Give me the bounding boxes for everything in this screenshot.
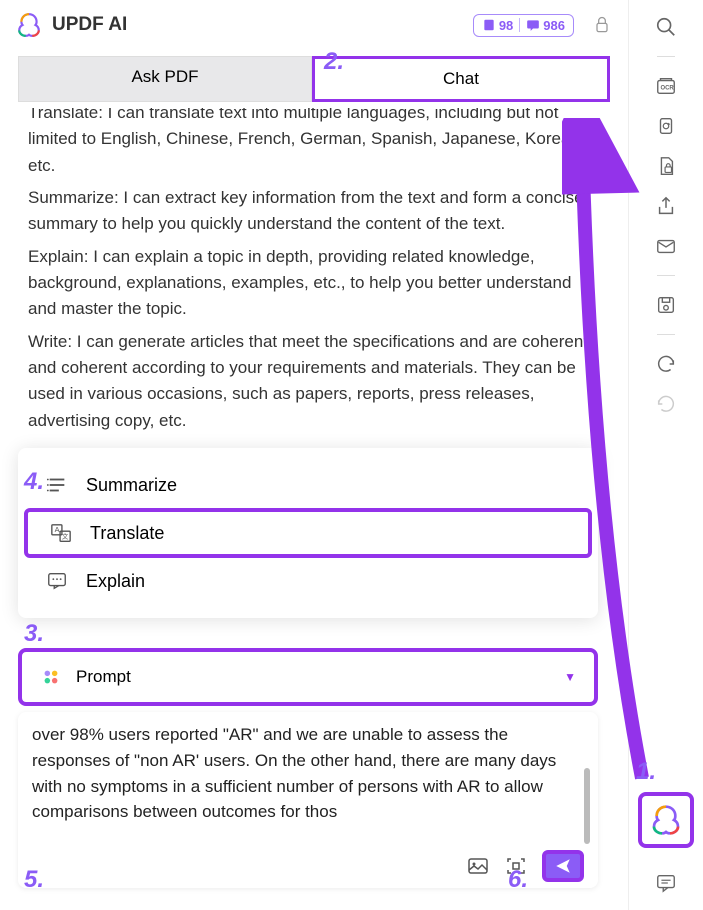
content-translate: Translate: I can translate text into mul… bbox=[28, 108, 600, 179]
tab-chat[interactable]: Chat bbox=[312, 56, 610, 102]
updf-logo-icon bbox=[16, 12, 42, 38]
share-icon[interactable] bbox=[653, 193, 679, 219]
mode-tabs: Ask PDF Chat bbox=[18, 56, 610, 102]
explain-icon bbox=[46, 570, 68, 592]
header: UPDF AI 98 986 bbox=[0, 0, 628, 46]
tab-ask-pdf[interactable]: Ask PDF bbox=[18, 56, 312, 102]
chat-icon bbox=[526, 18, 540, 32]
badge-messages: 986 bbox=[526, 18, 565, 33]
prompt-menu: Summarize A文 Translate Explain bbox=[18, 448, 598, 618]
lock-icon[interactable] bbox=[592, 15, 612, 35]
menu-translate[interactable]: A文 Translate bbox=[24, 508, 592, 558]
comment-icon[interactable] bbox=[653, 870, 679, 896]
input-actions bbox=[32, 846, 584, 882]
input-area: over 98% users reported "AR" and we are … bbox=[18, 712, 598, 888]
app-title: UPDF AI bbox=[52, 14, 463, 36]
content-explain: Explain: I can explain a topic in depth,… bbox=[28, 244, 600, 323]
mail-icon[interactable] bbox=[653, 233, 679, 259]
menu-explain[interactable]: Explain bbox=[18, 558, 598, 604]
content-write: Write: I can generate articles that meet… bbox=[28, 329, 600, 434]
credit-badges[interactable]: 98 986 bbox=[473, 14, 574, 37]
send-icon bbox=[554, 857, 572, 875]
scrollbar[interactable] bbox=[584, 768, 590, 844]
undo-icon[interactable] bbox=[653, 351, 679, 377]
page-icon bbox=[482, 18, 496, 32]
menu-summarize[interactable]: Summarize bbox=[18, 462, 598, 508]
updf-ai-button[interactable] bbox=[638, 792, 694, 848]
page-lock-icon[interactable] bbox=[653, 153, 679, 179]
chevron-down-icon: ▼ bbox=[564, 670, 576, 684]
ocr-icon[interactable]: OCR bbox=[653, 73, 679, 99]
content-summarize: Summarize: I can extract key information… bbox=[28, 185, 600, 238]
svg-text:OCR: OCR bbox=[661, 86, 675, 92]
prompt-selector[interactable]: Prompt ▼ bbox=[18, 648, 598, 706]
save-icon[interactable] bbox=[653, 292, 679, 318]
message-input[interactable]: over 98% users reported "AR" and we are … bbox=[32, 722, 584, 846]
badge-pages: 98 bbox=[482, 18, 513, 33]
send-button[interactable] bbox=[542, 850, 584, 882]
updf-logo-icon bbox=[650, 804, 682, 836]
svg-text:文: 文 bbox=[62, 532, 69, 541]
right-sidebar: OCR bbox=[628, 0, 703, 910]
image-icon[interactable] bbox=[466, 854, 490, 878]
redo-icon[interactable] bbox=[653, 391, 679, 417]
translate-icon: A文 bbox=[50, 522, 72, 544]
prompt-label: Prompt bbox=[76, 667, 550, 687]
search-icon[interactable] bbox=[653, 14, 679, 40]
page-rotate-icon[interactable] bbox=[653, 113, 679, 139]
list-icon bbox=[46, 474, 68, 496]
svg-text:A: A bbox=[55, 525, 60, 534]
screenshot-icon[interactable] bbox=[504, 854, 528, 878]
apps-icon bbox=[40, 666, 62, 688]
